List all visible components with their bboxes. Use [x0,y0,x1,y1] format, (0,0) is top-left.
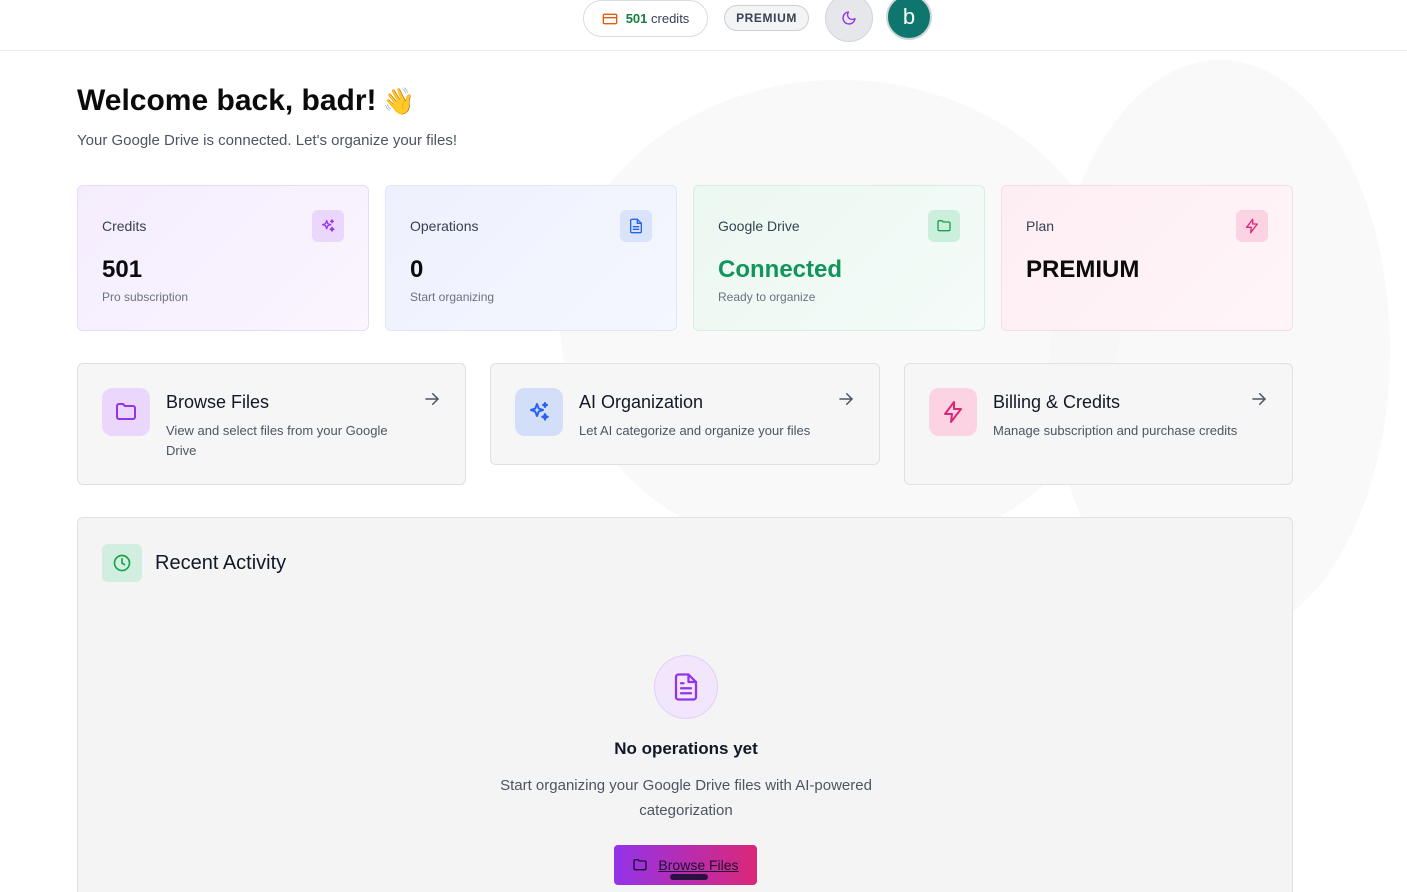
credits-suffix: credits [651,11,690,26]
document-icon [620,210,652,242]
welcome-heading: Welcome back, badr! [77,84,377,117]
empty-state-title: No operations yet [614,739,758,758]
stat-card-google-drive: Google Drive Connected Ready to organize [693,185,985,331]
stat-label: Google Drive [718,218,800,234]
stat-note: Start organizing [410,290,495,304]
stat-value: Connected [718,256,843,283]
ai-organization-card[interactable]: AI Organization Let AI categorize and or… [490,363,880,465]
moon-icon [842,11,856,25]
stat-value: PREMIUM [1026,256,1140,283]
document-icon [654,655,718,719]
folder-icon [928,210,960,242]
welcome-subtitle: Your Google Drive is connected. Let's or… [77,132,458,149]
credits-pill[interactable]: 501 credits [583,0,708,37]
arrow-right-icon [1252,393,1266,405]
sparkles-icon [312,210,344,242]
button-label: Browse Files [658,857,739,873]
card-description: View and select files from your Google D… [166,423,388,458]
arrow-right-icon [839,393,853,405]
clock-icon [102,544,142,582]
top-bar: 501 credits PREMIUM b [0,0,1407,51]
billing-credits-card[interactable]: Billing & Credits Manage subscription an… [904,363,1293,485]
plan-badge: PREMIUM [724,5,809,31]
card-description: Let AI categorize and organize your file… [579,423,811,438]
stat-label: Operations [410,218,479,234]
stat-card-plan: Plan PREMIUM [1001,185,1293,331]
recent-activity-panel: Recent Activity No operations yet Start … [77,517,1293,892]
card-description: Manage subscription and purchase credits [993,423,1238,438]
theme-toggle-button[interactable] [825,0,873,42]
credits-count: 501 [625,11,648,26]
browse-files-card[interactable]: Browse Files View and select files from … [77,363,466,485]
section-title: Recent Activity [155,552,287,574]
folder-icon [102,388,150,436]
card-title: Browse Files [166,392,270,412]
avatar[interactable]: b [886,0,932,40]
stat-label: Credits [102,218,147,234]
sparkles-icon [515,388,563,436]
stat-note: Ready to organize [718,290,816,304]
lightning-icon [929,388,977,436]
lightning-icon [1236,210,1268,242]
stat-label: Plan [1026,218,1055,234]
stat-value: 501 [102,256,143,283]
stat-note: Pro subscription [102,290,189,304]
stat-card-credits: Credits 501 Pro subscription [77,185,369,331]
card-title: AI Organization [579,392,704,412]
focus-indicator [670,874,708,880]
stat-value: 0 [410,256,424,283]
page-title: Welcome back, badr! 👋 [77,84,415,118]
browse-files-button[interactable]: Browse Files [614,845,757,885]
credit-card-icon [602,13,618,24]
card-title: Billing & Credits [993,392,1121,412]
empty-state-description: Start organizing your Google Drive files… [500,777,872,819]
stat-card-operations: Operations 0 Start organizing [385,185,677,331]
arrow-right-icon [425,393,439,405]
waving-hand-icon: 👋 [382,86,415,116]
folder-icon [633,859,648,871]
